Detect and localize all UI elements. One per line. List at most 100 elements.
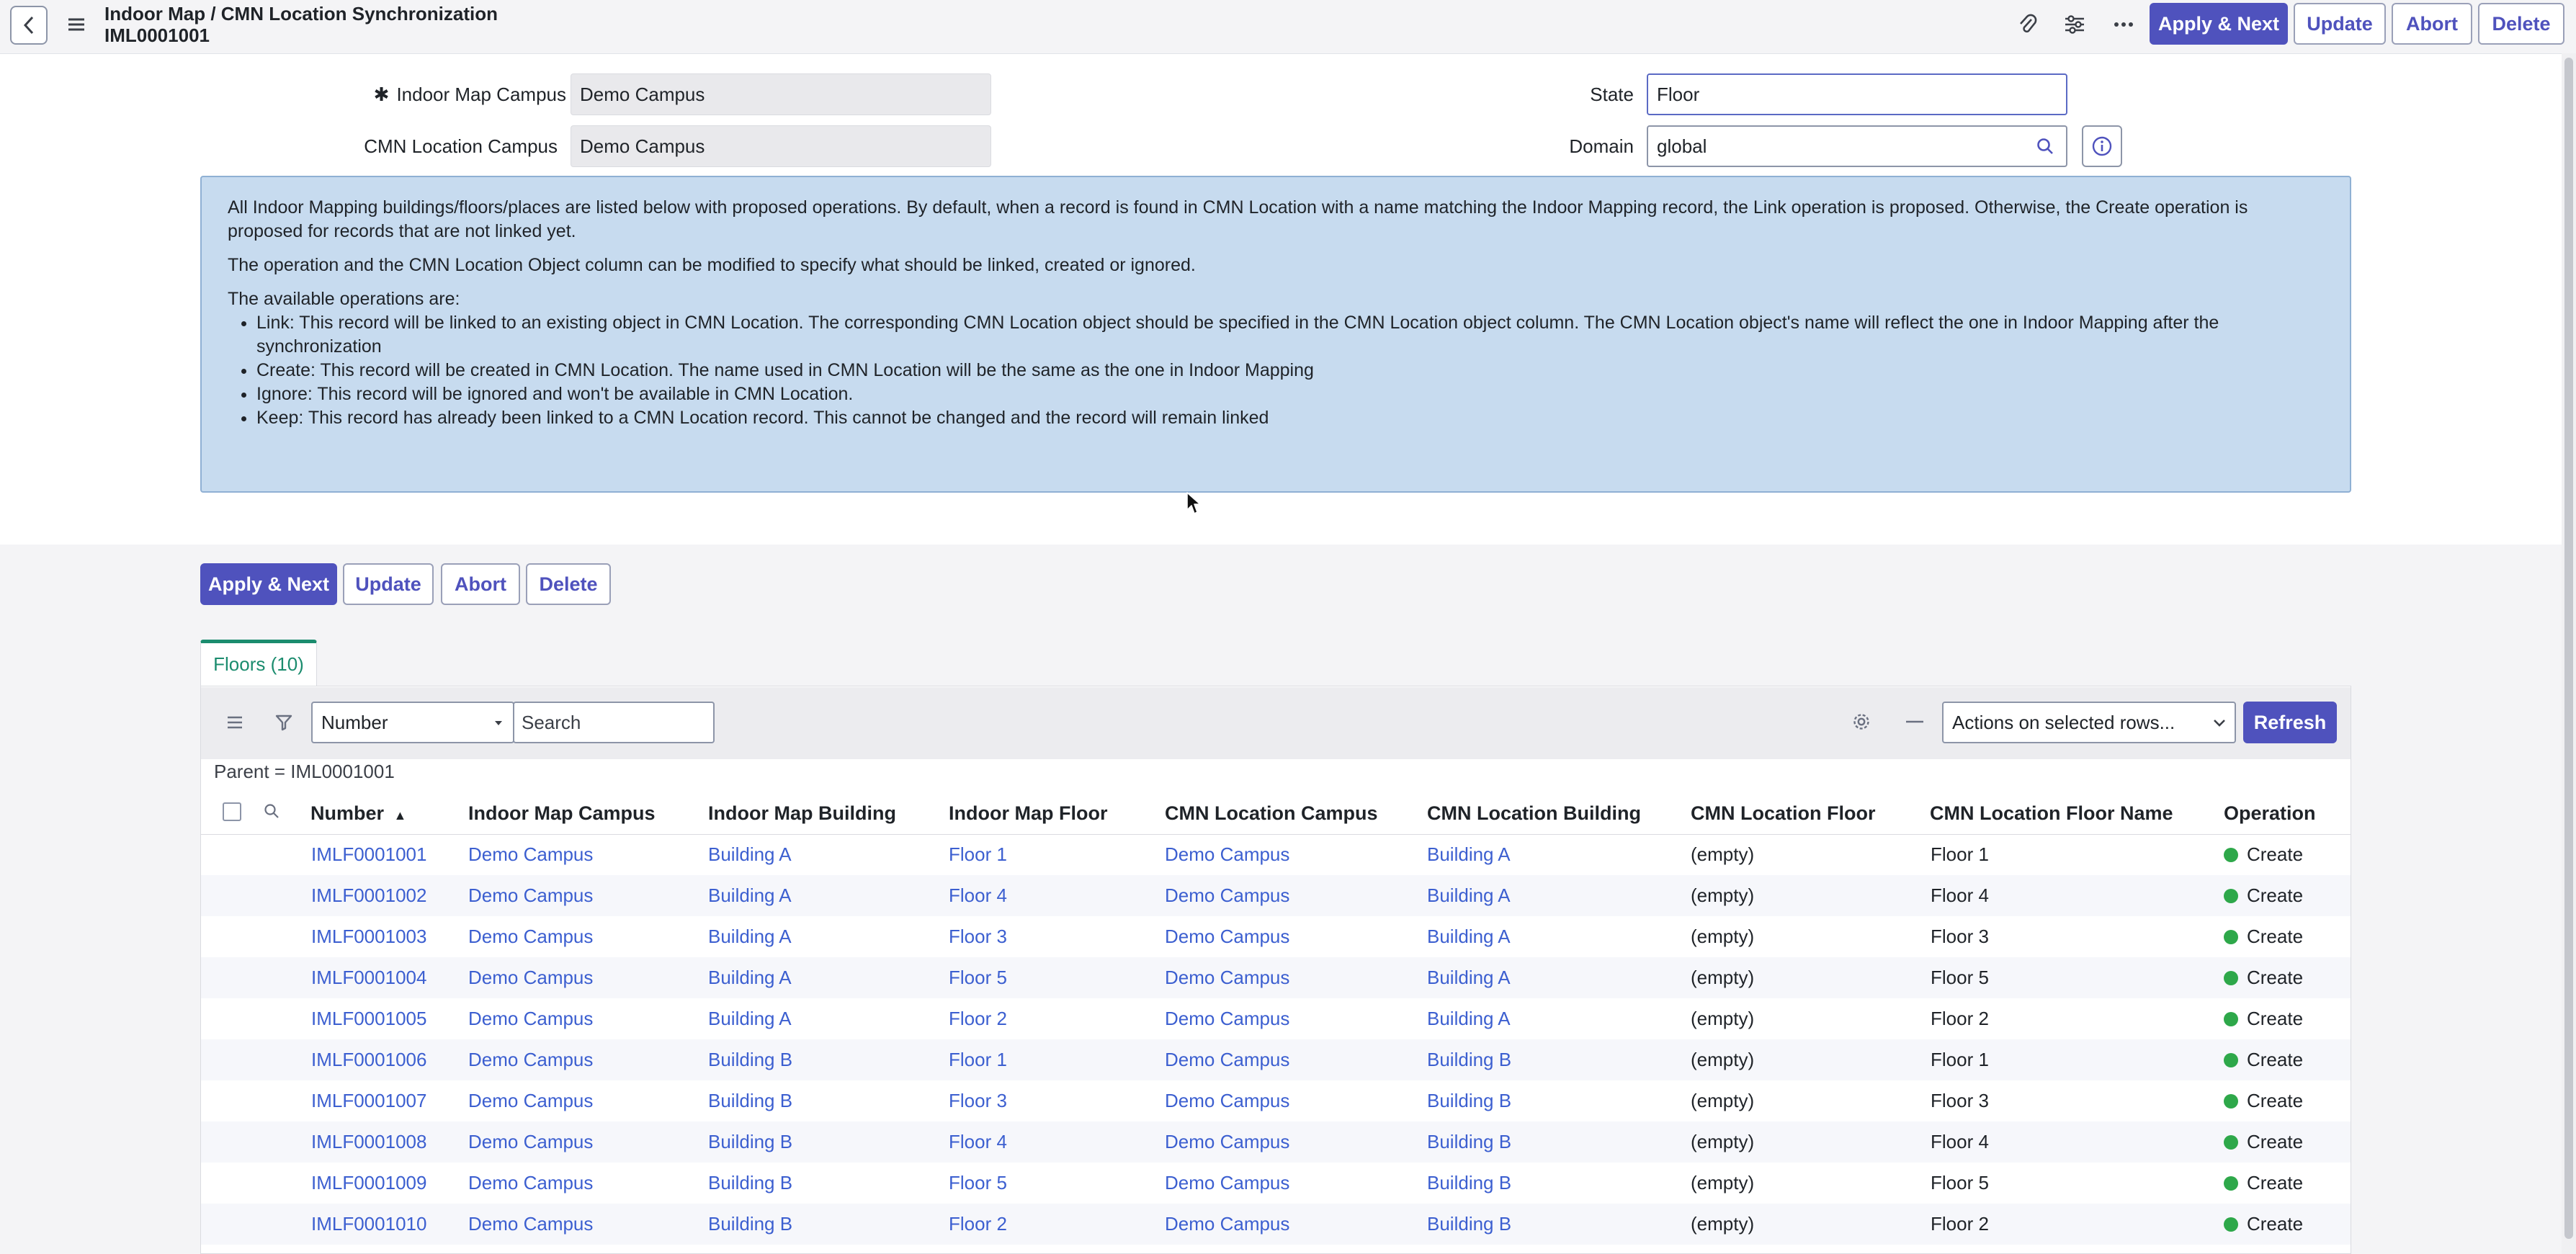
cell-cmn-location-floor-name[interactable]: Floor 4 (1931, 884, 1989, 907)
cell-cmn-location-floor[interactable]: (empty) (1691, 1049, 1754, 1071)
column-header-indoor-map-campus[interactable]: Indoor Map Campus (468, 802, 656, 825)
cell-cmn-location-floor-name[interactable]: Floor 3 (1931, 926, 1989, 948)
filter-breadcrumb[interactable]: Parent = IML0001001 (214, 761, 395, 783)
cell-cmn-location-floor[interactable]: (empty) (1691, 884, 1754, 907)
cell-indoor-map-floor[interactable]: Floor 1 (949, 843, 1007, 866)
cell-number[interactable]: IMLF0001003 (311, 926, 426, 948)
select-all-checkbox[interactable] (223, 802, 241, 821)
page-scrollbar-thumb[interactable] (2564, 58, 2573, 1239)
cell-cmn-location-floor-name[interactable]: Floor 3 (1931, 1090, 1989, 1112)
column-header-operation[interactable]: Operation (2224, 802, 2316, 825)
cell-indoor-map-building[interactable]: Building A (708, 967, 792, 989)
column-header-cmn-location-campus[interactable]: CMN Location Campus (1165, 802, 1378, 825)
cell-cmn-location-floor-name[interactable]: Floor 5 (1931, 967, 1989, 989)
column-header-indoor-map-floor[interactable]: Indoor Map Floor (949, 802, 1107, 825)
cell-cmn-location-floor[interactable]: (empty) (1691, 967, 1754, 989)
cell-indoor-map-building[interactable]: Building A (708, 884, 792, 907)
cell-cmn-location-campus[interactable]: Demo Campus (1165, 1049, 1289, 1071)
cell-indoor-map-building[interactable]: Building B (708, 1049, 792, 1071)
cell-indoor-map-floor[interactable]: Floor 3 (949, 1090, 1007, 1112)
cell-number[interactable]: IMLF0001006 (311, 1049, 426, 1071)
cell-operation[interactable]: Create (2224, 926, 2303, 948)
cell-number[interactable]: IMLF0001008 (311, 1131, 426, 1153)
domain-lookup-button[interactable] (2024, 125, 2067, 167)
cell-indoor-map-campus[interactable]: Demo Campus (468, 926, 593, 948)
attachment-button[interactable] (2013, 10, 2041, 39)
cell-cmn-location-campus[interactable]: Demo Campus (1165, 926, 1289, 948)
cell-operation[interactable]: Create (2224, 1131, 2303, 1153)
update-button[interactable]: Update (343, 563, 434, 605)
cell-cmn-location-floor[interactable]: (empty) (1691, 843, 1754, 866)
cell-cmn-location-campus[interactable]: Demo Campus (1165, 843, 1289, 866)
cell-cmn-location-campus[interactable]: Demo Campus (1165, 884, 1289, 907)
cell-indoor-map-floor[interactable]: Floor 5 (949, 967, 1007, 989)
cell-cmn-location-building[interactable]: Building A (1427, 967, 1511, 989)
cell-cmn-location-floor-name[interactable]: Floor 4 (1931, 1131, 1989, 1153)
cell-number[interactable]: IMLF0001001 (311, 843, 426, 866)
column-header-indoor-map-building[interactable]: Indoor Map Building (708, 802, 896, 825)
cell-indoor-map-floor[interactable]: Floor 2 (949, 1213, 1007, 1235)
list-search-input[interactable]: Search (513, 702, 715, 743)
cell-indoor-map-floor[interactable]: Floor 4 (949, 1131, 1007, 1153)
collapse-list-button[interactable] (1900, 707, 1929, 736)
cell-indoor-map-campus[interactable]: Demo Campus (468, 1049, 593, 1071)
apply-next-button-top[interactable]: Apply & Next (2150, 3, 2288, 45)
cell-operation[interactable]: Create (2224, 884, 2303, 907)
filter-button[interactable] (269, 708, 298, 737)
cell-cmn-location-floor[interactable]: (empty) (1691, 1090, 1754, 1112)
back-button[interactable] (10, 6, 48, 45)
cell-number[interactable]: IMLF0001005 (311, 1008, 426, 1030)
cell-indoor-map-floor[interactable]: Floor 5 (949, 1172, 1007, 1194)
cell-cmn-location-building[interactable]: Building B (1427, 1172, 1511, 1194)
cell-cmn-location-floor-name[interactable]: Floor 2 (1931, 1008, 1989, 1030)
delete-button[interactable]: Delete (526, 563, 611, 605)
cell-indoor-map-campus[interactable]: Demo Campus (468, 967, 593, 989)
cell-number[interactable]: IMLF0001007 (311, 1090, 426, 1112)
cell-cmn-location-building[interactable]: Building A (1427, 884, 1511, 907)
cell-cmn-location-floor[interactable]: (empty) (1691, 1172, 1754, 1194)
cell-indoor-map-building[interactable]: Building A (708, 843, 792, 866)
cell-indoor-map-campus[interactable]: Demo Campus (468, 1213, 593, 1235)
cell-cmn-location-floor-name[interactable]: Floor 1 (1931, 843, 1989, 866)
cell-indoor-map-campus[interactable]: Demo Campus (468, 843, 593, 866)
cell-operation[interactable]: Create (2224, 1049, 2303, 1071)
cell-indoor-map-floor[interactable]: Floor 3 (949, 926, 1007, 948)
list-context-menu[interactable] (220, 708, 249, 737)
apply-next-button[interactable]: Apply & Next (200, 563, 337, 605)
actions-on-selected-rows-select[interactable]: Actions on selected rows... (1942, 702, 2236, 743)
cell-indoor-map-building[interactable]: Building A (708, 926, 792, 948)
cell-cmn-location-building[interactable]: Building B (1427, 1090, 1511, 1112)
cell-cmn-location-building[interactable]: Building A (1427, 843, 1511, 866)
column-header-number[interactable]: Number ▲ (310, 802, 406, 825)
cell-operation[interactable]: Create (2224, 1172, 2303, 1194)
cell-indoor-map-building[interactable]: Building B (708, 1090, 792, 1112)
cell-cmn-location-campus[interactable]: Demo Campus (1165, 1213, 1289, 1235)
domain-info-button[interactable] (2082, 125, 2122, 167)
list-settings-button[interactable] (1847, 707, 1876, 736)
cell-cmn-location-floor-name[interactable]: Floor 1 (1931, 1049, 1989, 1071)
column-header-cmn-location-building[interactable]: CMN Location Building (1427, 802, 1641, 825)
cell-cmn-location-building[interactable]: Building B (1427, 1213, 1511, 1235)
cell-cmn-location-campus[interactable]: Demo Campus (1165, 1090, 1289, 1112)
cell-number[interactable]: IMLF0001002 (311, 884, 426, 907)
cell-operation[interactable]: Create (2224, 1008, 2303, 1030)
cell-cmn-location-campus[interactable]: Demo Campus (1165, 967, 1289, 989)
cell-indoor-map-floor[interactable]: Floor 2 (949, 1008, 1007, 1030)
cell-operation[interactable]: Create (2224, 1090, 2303, 1112)
refresh-button[interactable]: Refresh (2243, 702, 2337, 743)
indoor-map-campus-field[interactable]: Demo Campus (571, 73, 991, 115)
state-select[interactable]: Floor (1647, 73, 2067, 115)
cell-operation[interactable]: Create (2224, 843, 2303, 866)
cell-cmn-location-floor[interactable]: (empty) (1691, 926, 1754, 948)
cell-indoor-map-campus[interactable]: Demo Campus (468, 1172, 593, 1194)
cell-number[interactable]: IMLF0001009 (311, 1172, 426, 1194)
cell-cmn-location-building[interactable]: Building A (1427, 1008, 1511, 1030)
more-options-button[interactable] (2109, 10, 2138, 39)
cell-cmn-location-building[interactable]: Building B (1427, 1131, 1511, 1153)
cell-cmn-location-building[interactable]: Building B (1427, 1049, 1511, 1071)
cell-indoor-map-building[interactable]: Building A (708, 1008, 792, 1030)
cell-cmn-location-floor-name[interactable]: Floor 2 (1931, 1213, 1989, 1235)
cell-indoor-map-building[interactable]: Building B (708, 1172, 792, 1194)
cell-operation[interactable]: Create (2224, 967, 2303, 989)
cell-indoor-map-campus[interactable]: Demo Campus (468, 1090, 593, 1112)
